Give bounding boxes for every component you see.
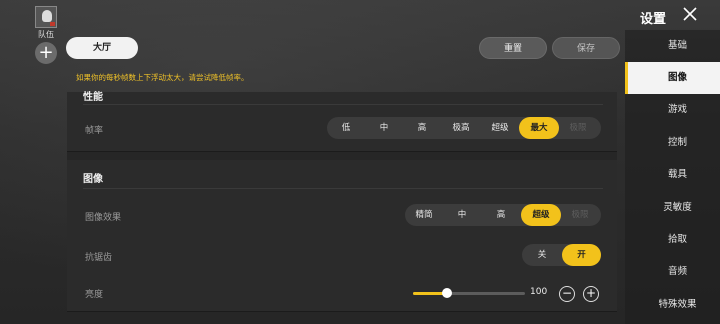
section-divider xyxy=(83,188,603,189)
brightness-increase-button[interactable]: + xyxy=(583,286,599,302)
avatar-badge-icon xyxy=(50,22,55,26)
framerate-option[interactable]: 极高 xyxy=(441,117,481,139)
settings-panel[interactable]: 性能 帧率 低 中 高 极高 超级 最大 极限 图像 图像效果 精简 中 高 超… xyxy=(67,92,617,312)
lobby-button[interactable]: 大厅 xyxy=(66,37,138,59)
framerate-selector[interactable]: 低 中 高 极高 超级 最大 极限 xyxy=(327,117,601,139)
avatar-figure-icon xyxy=(42,10,52,22)
graphics-title: 图像 xyxy=(83,174,103,185)
quality-option[interactable]: 高 xyxy=(481,204,521,226)
nav-item-game[interactable]: 游戏 xyxy=(625,94,720,126)
quality-option-disabled: 极限 xyxy=(571,210,589,220)
nav-item-effects[interactable]: 特殊效果 xyxy=(625,289,720,321)
reset-button[interactable]: 重置 xyxy=(479,37,547,59)
team-label: 队伍 xyxy=(38,30,54,39)
nav-item-controls[interactable]: 控制 xyxy=(625,127,720,159)
brightness-label: 亮度 xyxy=(85,290,104,300)
performance-title: 性能 xyxy=(83,92,103,103)
settings-title: 设置 xyxy=(640,12,667,27)
framerate-option-disabled: 极限 xyxy=(569,123,587,133)
brightness-decrease-button[interactable]: − xyxy=(559,286,575,302)
framerate-option-selected[interactable]: 最大 xyxy=(519,117,559,139)
antialias-on-option[interactable]: 开 xyxy=(562,244,601,266)
brightness-value: 100 xyxy=(530,287,548,297)
nav-item-graphics[interactable]: 图像 xyxy=(625,62,720,94)
add-teammate-button[interactable]: + xyxy=(35,42,57,64)
quality-option[interactable]: 中 xyxy=(443,204,481,226)
antialias-label: 抗锯齿 xyxy=(85,253,113,263)
quality-label: 图像效果 xyxy=(85,213,122,223)
framerate-option[interactable]: 中 xyxy=(365,117,403,139)
nav-item-basic[interactable]: 基础 xyxy=(625,30,720,62)
nav-item-pickup[interactable]: 拾取 xyxy=(625,224,720,256)
framerate-option[interactable]: 超级 xyxy=(481,117,519,139)
quality-selector[interactable]: 精简 中 高 超级 极限 xyxy=(405,204,601,226)
settings-nav: 基础 图像 游戏 控制 载具 灵敏度 拾取 音频 特殊效果 xyxy=(625,30,720,324)
team-panel: 队伍 + xyxy=(34,6,58,64)
nav-item-sensitivity[interactable]: 灵敏度 xyxy=(625,192,720,224)
avatar[interactable] xyxy=(35,6,57,28)
framerate-warning: 如果你的每秒帧数上下浮动太大，请尝试降低帧率。 xyxy=(76,73,249,82)
performance-section: 性能 帧率 低 中 高 极高 超级 最大 极限 xyxy=(67,92,617,152)
section-divider xyxy=(83,104,603,105)
nav-item-vehicle[interactable]: 载具 xyxy=(625,159,720,191)
antialias-off-option[interactable]: 关 xyxy=(522,244,562,266)
save-button[interactable]: 保存 xyxy=(552,37,620,59)
framerate-option[interactable]: 高 xyxy=(403,117,441,139)
framerate-label: 帧率 xyxy=(85,126,104,136)
quality-option[interactable]: 精简 xyxy=(405,204,443,226)
framerate-option[interactable]: 低 xyxy=(327,117,365,139)
close-icon[interactable] xyxy=(682,6,698,22)
quality-option-selected[interactable]: 超级 xyxy=(521,204,561,226)
brightness-slider-handle[interactable] xyxy=(441,288,452,298)
antialias-toggle[interactable]: 关 开 xyxy=(522,244,601,266)
brightness-slider[interactable] xyxy=(413,288,525,298)
nav-item-audio[interactable]: 音频 xyxy=(625,256,720,288)
